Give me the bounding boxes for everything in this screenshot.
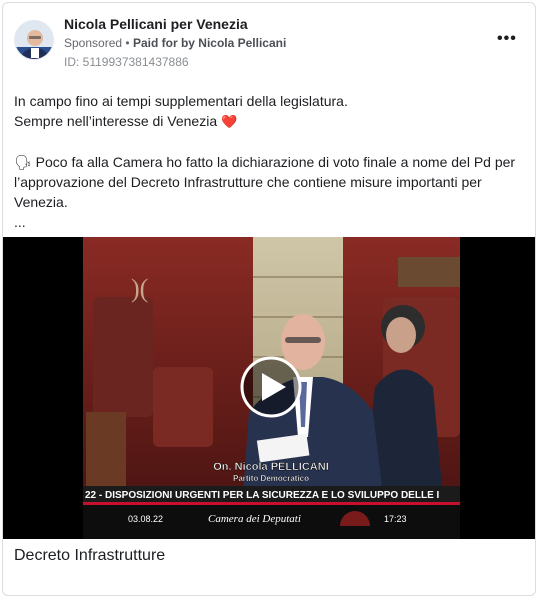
broadcast-time: 17:23 <box>384 514 407 524</box>
meta-separator: • <box>125 36 130 50</box>
broadcast-date: 03.08.22 <box>128 514 163 524</box>
video-caption[interactable]: Decreto Infrastrutture <box>14 547 165 565</box>
avatar-portrait-image <box>15 21 53 59</box>
ad-post-card: Nicola Pellicani per Venezia Sponsored •… <box>2 2 536 596</box>
page-avatar[interactable] <box>14 20 54 60</box>
speaker-name-caption: On. Nicola PELLICANI <box>213 461 329 473</box>
paid-for-label[interactable]: Paid for by Nicola Pellicani <box>133 36 286 50</box>
speaker-party-caption: Partito Democratico <box>233 474 309 483</box>
post-text-line: 🗣 Poco fa alla Camera ho fatto la dichia… <box>14 154 516 170</box>
page-name-link[interactable]: Nicola Pellicani per Venezia <box>64 16 248 32</box>
play-button[interactable] <box>240 356 302 418</box>
post-text-line: l’approvazione del Decreto Infrastruttur… <box>14 174 482 190</box>
ticker-text: 22 - DISPOSIZIONI URGENTI PER LA SICUREZ… <box>85 490 440 501</box>
post-text-line: Sempre nell’interesse di Venezia ❤️ <box>14 111 524 132</box>
video-player[interactable]: )( On. Nicola PELLICANI Partito Democrat… <box>3 237 535 539</box>
post-text-line: In campo fino ai tempi supplementari del… <box>14 93 348 109</box>
video-frame: )( On. Nicola PELLICANI Partito Democrat… <box>83 237 460 539</box>
ad-id: ID: 5119937381437886 <box>64 55 189 69</box>
channel-logo-text: Camera dei Deputati <box>208 513 301 525</box>
more-options-icon[interactable]: ••• <box>497 31 517 47</box>
sponsored-label: Sponsored <box>64 36 123 50</box>
post-text-line-content: Sempre nell’interesse di Venezia <box>14 113 218 129</box>
svg-text:)(: )( <box>131 274 148 303</box>
sponsored-line: Sponsored • Paid for by Nicola Pellicani <box>64 36 286 50</box>
post-text-line: Venezia. <box>14 194 68 210</box>
heart-icon: ❤️ <box>221 114 238 129</box>
see-more-ellipsis[interactable]: ... <box>14 212 524 232</box>
post-text: In campo fino ai tempi supplementari del… <box>14 91 524 232</box>
